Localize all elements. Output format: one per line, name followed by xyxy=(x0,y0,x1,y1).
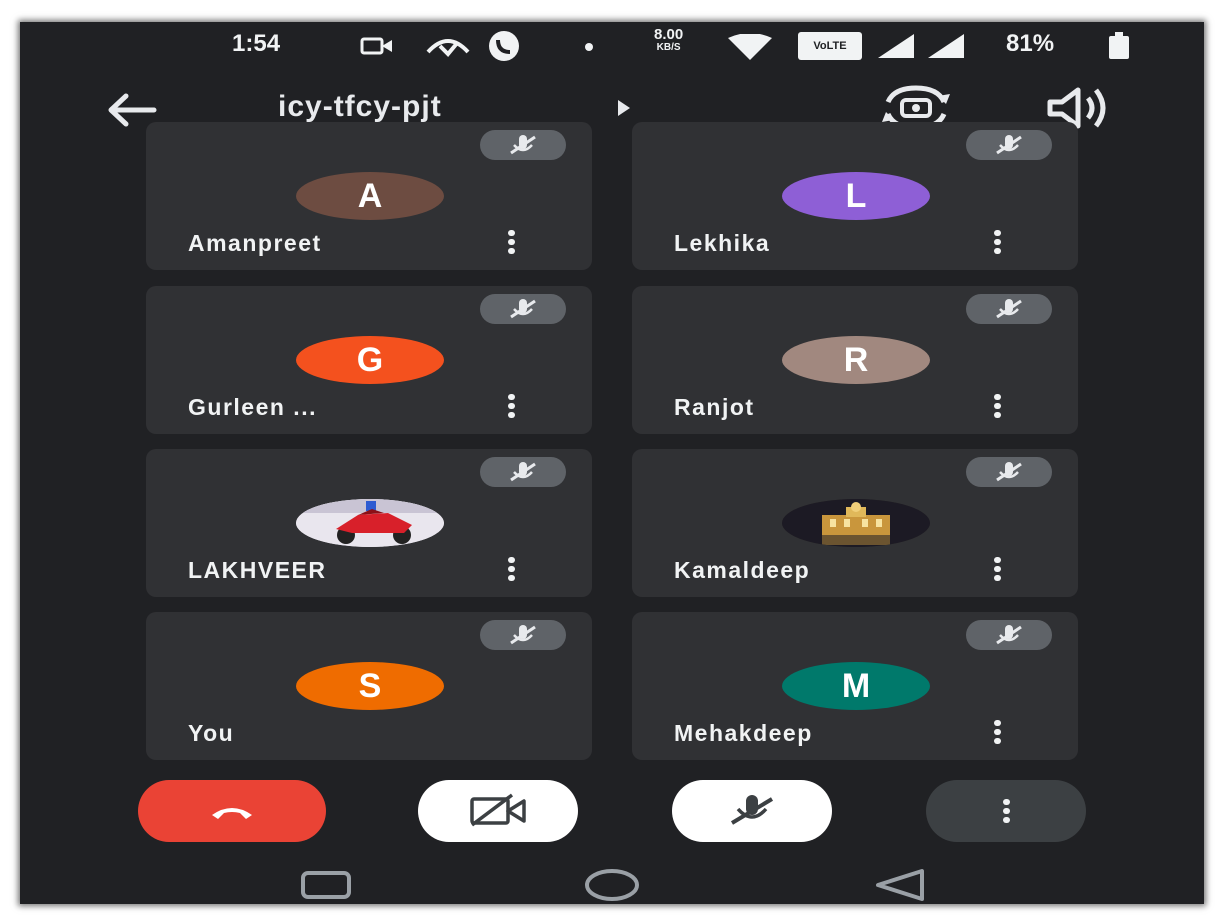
avatar: A xyxy=(296,172,444,220)
participant-name: You xyxy=(188,720,235,746)
participant-more-icon[interactable] xyxy=(504,557,518,585)
mic-off-icon xyxy=(996,135,1022,155)
golden-temple-night-photo xyxy=(782,499,930,547)
participant-name: Kamaldeep xyxy=(674,557,811,583)
camera-off-icon xyxy=(470,793,526,827)
end-call-button[interactable] xyxy=(138,780,326,842)
avatar-initial: L xyxy=(845,176,867,215)
recent-apps-icon[interactable] xyxy=(300,870,352,904)
caret-right-icon[interactable] xyxy=(614,98,634,118)
signal-strength-icon-1 xyxy=(876,32,916,60)
avatar-initial: M xyxy=(841,666,871,705)
signal-strength-icon-2 xyxy=(926,32,966,60)
participant-name: Ranjot xyxy=(674,394,755,420)
mic-muted-badge xyxy=(966,130,1052,160)
battery-percent: 81% xyxy=(1006,30,1055,57)
mic-muted-badge xyxy=(480,457,566,487)
participant-more-icon[interactable] xyxy=(990,557,1004,585)
avatar: S xyxy=(296,662,444,710)
participant-more-icon[interactable] xyxy=(990,230,1004,258)
mic-off-icon xyxy=(510,135,536,155)
mic-muted-badge xyxy=(966,457,1052,487)
participant-more-icon[interactable] xyxy=(990,394,1004,422)
mic-off-icon xyxy=(996,299,1022,319)
participant-tile[interactable]: R Ranjot xyxy=(632,286,1078,434)
participant-more-icon[interactable] xyxy=(990,720,1004,748)
participant-tile[interactable]: LAKHVEER xyxy=(146,449,592,597)
home-icon[interactable] xyxy=(584,868,640,904)
wifi-icon xyxy=(726,34,774,60)
participant-tile[interactable]: M Mehakdeep xyxy=(632,612,1078,760)
red-motorbike-photo xyxy=(296,499,444,547)
participant-name: LAKHVEER xyxy=(188,557,327,583)
meeting-code[interactable]: icy-tfcy-pjt xyxy=(278,90,442,124)
participant-name: Lekhika xyxy=(674,230,771,256)
whatsapp-status-icon xyxy=(486,30,522,62)
more-options-button[interactable] xyxy=(926,780,1086,842)
mic-muted-badge xyxy=(480,130,566,160)
participant-tile[interactable]: S You xyxy=(146,612,592,760)
mic-off-icon xyxy=(510,625,536,645)
avatar: M xyxy=(782,662,930,710)
network-speed-unit: KB/S xyxy=(656,42,681,53)
mic-off-icon xyxy=(510,462,536,482)
participant-tile[interactable]: A Amanpreet xyxy=(146,122,592,270)
avatar-initial: G xyxy=(356,340,384,379)
avatar-initial: R xyxy=(843,340,869,379)
participant-tile[interactable]: Kamaldeep xyxy=(632,449,1078,597)
microphone-toggle-button[interactable] xyxy=(672,780,832,842)
avatar-photo xyxy=(296,499,444,547)
network-speed: 8.00 KB/S xyxy=(654,26,684,54)
avatar: G xyxy=(296,336,444,384)
participant-name: Mehakdeep xyxy=(674,720,813,746)
network-speed-value: 8.00 xyxy=(654,26,684,43)
participant-tile[interactable]: L Lekhika xyxy=(632,122,1078,270)
more-options-icon xyxy=(1002,799,1010,823)
avatar: L xyxy=(782,172,930,220)
notification-dot-icon xyxy=(584,42,594,52)
camera-toggle-button[interactable] xyxy=(418,780,578,842)
mic-muted-badge xyxy=(966,294,1052,324)
mic-muted-badge xyxy=(966,620,1052,650)
participant-name: Gurleen ... xyxy=(188,394,317,420)
end-call-icon xyxy=(212,808,252,819)
missed-call-status-icon xyxy=(424,32,472,60)
participant-more-icon[interactable] xyxy=(504,394,518,422)
mic-off-icon xyxy=(730,795,774,825)
video-call-status-icon xyxy=(360,36,396,56)
phone-screen: 1:54 8.00 KB/S VoLTE 81% icy-tfcy-pjt A … xyxy=(20,22,1204,904)
mic-off-icon xyxy=(996,462,1022,482)
mic-muted-badge xyxy=(480,294,566,324)
status-time: 1:54 xyxy=(232,30,281,57)
status-bar: 1:54 8.00 KB/S VoLTE 81% xyxy=(20,22,1204,70)
volte-badge: VoLTE xyxy=(798,32,862,60)
avatar-initial: A xyxy=(357,176,383,215)
mic-off-icon xyxy=(510,299,536,319)
avatar-photo xyxy=(782,499,930,547)
battery-icon xyxy=(1108,32,1130,60)
participant-tile[interactable]: G Gurleen ... xyxy=(146,286,592,434)
avatar: R xyxy=(782,336,930,384)
participant-name: Amanpreet xyxy=(188,230,322,256)
back-triangle-icon[interactable] xyxy=(874,868,926,904)
participant-more-icon[interactable] xyxy=(504,230,518,258)
mic-muted-badge xyxy=(480,620,566,650)
avatar-initial: S xyxy=(358,666,382,705)
mic-off-icon xyxy=(996,625,1022,645)
